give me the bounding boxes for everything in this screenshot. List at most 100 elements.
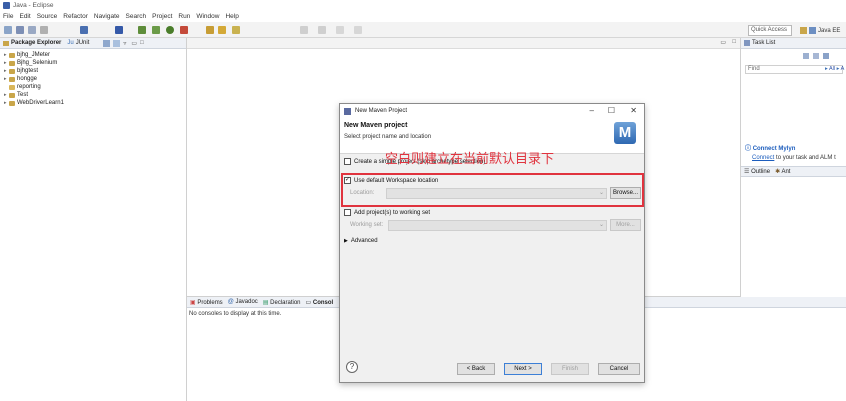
filter-icon[interactable]: [823, 53, 829, 59]
window-title: Java - Eclipse: [13, 2, 54, 9]
outline-icon: ☰: [744, 169, 750, 175]
dialog-close-icon[interactable]: ✕: [630, 106, 637, 115]
advanced-section-toggle[interactable]: ▶ Advanced: [344, 238, 378, 244]
menu-search[interactable]: Search: [126, 13, 147, 20]
dialog-minimize-icon[interactable]: –: [590, 106, 594, 115]
project-icon: [9, 60, 15, 66]
tab-ant[interactable]: ✱ Ant: [775, 168, 790, 175]
dialog-title: New Maven Project: [355, 108, 408, 114]
maximize-icon[interactable]: □: [140, 40, 144, 46]
working-set-field-label: Working set:: [350, 222, 384, 228]
open-perspective-icon[interactable]: [800, 27, 807, 34]
search-icon[interactable]: [232, 26, 240, 34]
help-icon[interactable]: ?: [346, 361, 358, 373]
tab-label: Consol: [312, 299, 334, 306]
print-icon[interactable]: [40, 26, 48, 34]
cancel-button[interactable]: Cancel: [598, 363, 640, 375]
menu-run[interactable]: Run: [178, 13, 190, 20]
working-set-checkbox[interactable]: [344, 209, 351, 216]
quick-access-input[interactable]: Quick Access: [748, 25, 792, 36]
mylyn-connect-link[interactable]: Connect: [752, 155, 774, 161]
menu-window[interactable]: Window: [196, 13, 219, 20]
dialog-title-bar: New Maven Project – ☐ ✕: [340, 104, 644, 118]
back-button[interactable]: < Back: [457, 363, 495, 375]
folder-icon: [9, 84, 15, 90]
editor-maximize-icon[interactable]: □: [732, 39, 736, 45]
working-set-combo[interactable]: ⌄: [388, 220, 607, 231]
task-list-panel: Task List Find ▸ All ▸ A ⓘ Connect Mylyn…: [740, 38, 846, 297]
project-icon: [9, 52, 15, 58]
debug-icon[interactable]: [138, 26, 146, 34]
external-tools-icon[interactable]: [180, 26, 188, 34]
menu-refactor[interactable]: Refactor: [63, 13, 88, 20]
tab-console[interactable]: ▭ Consol: [306, 299, 334, 306]
more-button[interactable]: More...: [610, 219, 641, 231]
menu-source[interactable]: Source: [37, 13, 58, 20]
next-annotation-icon[interactable]: [300, 26, 308, 34]
tree-item-webdriverlearn1[interactable]: ▸ WebDriverLearn1: [0, 99, 186, 107]
maven-logo: M: [614, 122, 636, 144]
open-type-icon[interactable]: [206, 26, 214, 34]
info-icon: ⓘ: [745, 146, 752, 152]
run-last-icon[interactable]: [166, 26, 174, 34]
save-all-icon[interactable]: [28, 26, 36, 34]
terminal-icon[interactable]: [80, 26, 88, 34]
menu-help[interactable]: Help: [225, 13, 238, 20]
tree-item-bjhgtest[interactable]: ▸ bjhgtest: [0, 67, 186, 75]
tab-label: Problems: [197, 299, 223, 306]
activate-icon: ▸: [836, 66, 840, 72]
perspective-switcher[interactable]: Java EE: [800, 25, 846, 36]
tree-item-reporting[interactable]: reporting: [0, 83, 186, 91]
working-set-checkbox-row[interactable]: Add project(s) to working set: [344, 209, 430, 216]
tree-item-hongge[interactable]: ▸ hongge: [0, 75, 186, 83]
finish-button[interactable]: Finish: [551, 363, 589, 375]
tree-item-bjhg-selenium[interactable]: ▸ Bjhg_Selenium: [0, 59, 186, 67]
tab-declaration[interactable]: ▤ Declaration: [263, 299, 301, 306]
minimize-icon[interactable]: ▭: [131, 40, 137, 47]
prev-annotation-icon[interactable]: [318, 26, 326, 34]
categorize-icon[interactable]: [813, 53, 819, 59]
tree-item-bjhg-jmeter[interactable]: ▸ bjhg_JMeter: [0, 51, 186, 59]
run-icon[interactable]: [152, 26, 160, 34]
tab-package-explorer[interactable]: Package Explorer: [3, 40, 61, 46]
junit-icon: Ju: [67, 40, 74, 46]
activate-label: A: [840, 66, 845, 72]
tab-task-list[interactable]: Task List: [741, 38, 846, 49]
expand-arrow-icon[interactable]: ▶: [344, 238, 348, 244]
project-icon: [9, 68, 15, 74]
project-icon: [9, 100, 15, 106]
find-all-link[interactable]: ▸ All ▸ A: [825, 66, 844, 72]
chevron-down-icon: ⌄: [598, 222, 604, 228]
link-with-editor-icon[interactable]: [113, 39, 121, 47]
left-tab-bar: Package Explorer Ju JUnit ▿ ▭ □: [0, 38, 186, 49]
tab-javadoc[interactable]: @ Javadoc: [228, 299, 258, 305]
menu-file[interactable]: File: [3, 13, 13, 20]
editor-minimize-icon[interactable]: ▭: [720, 39, 726, 46]
annotation-text: 空白则建立在当前默认目录下: [385, 152, 555, 167]
project-icon: [9, 76, 15, 82]
simple-project-checkbox[interactable]: [344, 158, 351, 165]
dialog-maximize-icon[interactable]: ☐: [608, 106, 615, 115]
menu-project[interactable]: Project: [152, 13, 172, 20]
menu-edit[interactable]: Edit: [19, 13, 30, 20]
open-resource-icon[interactable]: [218, 26, 226, 34]
declaration-icon: ▤: [262, 299, 269, 306]
save-icon[interactable]: [16, 26, 24, 34]
new-icon[interactable]: [4, 26, 12, 34]
menu-navigate[interactable]: Navigate: [94, 13, 120, 20]
next-button[interactable]: Next >: [504, 363, 542, 375]
tab-junit[interactable]: Ju JUnit: [67, 40, 89, 46]
tab-problems[interactable]: ▣ Problems: [190, 299, 223, 306]
view-menu-icon[interactable]: ▿: [123, 40, 126, 47]
outline-tab-bar: ☰ Outline ✱ Ant: [741, 166, 846, 177]
tab-outline[interactable]: ☰ Outline: [744, 168, 770, 175]
skip-breakpoints-icon[interactable]: [115, 26, 123, 34]
annotation-highlight-box: [341, 173, 644, 207]
forward-icon[interactable]: [354, 26, 362, 34]
new-task-icon[interactable]: [803, 53, 809, 59]
tree-item-test[interactable]: ▸ Test: [0, 91, 186, 99]
mylyn-description: to your task and ALM t: [776, 155, 836, 161]
menu-bar: File Edit Source Refactor Navigate Searc…: [0, 11, 846, 22]
collapse-all-icon[interactable]: [103, 39, 111, 47]
back-icon[interactable]: [336, 26, 344, 34]
